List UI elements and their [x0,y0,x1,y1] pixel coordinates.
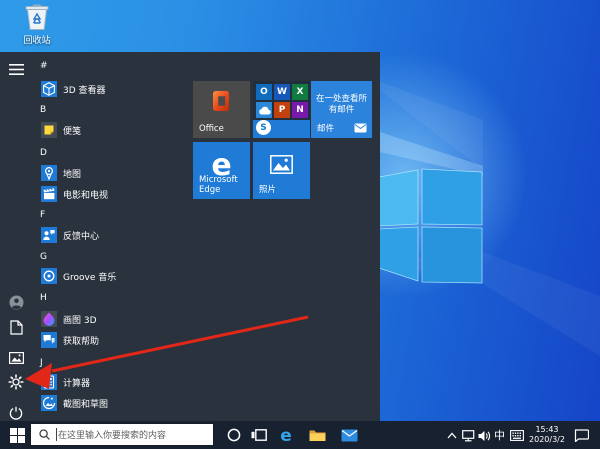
app-section-header-3[interactable]: F [40,209,45,221]
app-item[interactable]: 反馈中心 [41,227,99,243]
app-item[interactable]: 计算器 [41,374,90,390]
envelope-icon [354,123,367,133]
ime-indicator[interactable]: 中 [492,427,507,443]
app-item-label: Groove 音乐 [63,272,117,283]
app-item[interactable]: 便笺 [41,122,81,138]
app-item-label: 电影和电视 [63,190,109,201]
app-item-label: 3D 查看器 [63,85,106,96]
app-item-label: 计算器 [63,378,91,389]
feedback-icon [41,227,57,243]
touch-keyboard-button[interactable] [509,429,525,442]
tile-microsoft-edge[interactable]: e Microsoft Edge [193,142,250,199]
recycle-bin[interactable]: 回收站 [14,2,60,46]
rail-user-button[interactable] [7,293,25,311]
map-pin-icon [41,165,57,181]
app-item-label: 地图 [63,169,82,180]
chevron-up-icon [447,432,457,438]
rail-power-button[interactable] [7,404,25,422]
groove-music-icon [41,268,57,284]
mini-tile-powerpoint-icon: P [274,102,290,118]
keyboard-icon [510,430,524,441]
app-item-label: 获取帮助 [63,336,100,347]
mini-tile-onenote-icon: N [292,102,308,118]
app-section-header-2[interactable]: D [40,147,47,159]
paint-3d-icon [41,311,57,327]
office-logo-icon [213,91,229,111]
start-menu: #3D 查看器 B 便笺 D 地图电影和电视 F 反馈中心 G Groove 音乐 H 画图 3D 获… [0,52,380,421]
app-section-header-0[interactable]: # [40,60,48,72]
text-cursor [56,428,57,441]
app-section-header-6[interactable]: J [40,357,43,369]
recycle-bin-label: 回收站 [23,36,51,46]
rail-pictures-button[interactable] [7,349,25,367]
app-item[interactable]: 3D 查看器 [41,81,106,97]
volume-status[interactable] [477,429,492,442]
action-center-icon [574,429,589,442]
app-item[interactable]: 地图 [41,165,81,181]
app-item[interactable]: 电影和电视 [41,186,108,202]
app-item[interactable]: 截图和草图 [41,395,108,411]
snip-sketch-icon [41,395,57,411]
start-button[interactable] [8,426,27,445]
tray-expand-button[interactable] [445,430,459,440]
recycle-bin-icon [24,2,50,32]
app-item-label: 截图和草图 [63,399,109,410]
clock-time: 15:43 [535,425,559,434]
app-item-label: 画图 3D [63,315,97,326]
mail-tile-label: 邮件 [317,124,335,134]
task-view-button[interactable] [250,427,267,443]
tile-edge-label: Microsoft Edge [199,175,238,195]
tile-office-apps-folder[interactable]: OWXPN S [253,81,310,138]
action-center-button[interactable] [572,428,590,443]
sticky-note-icon [41,122,57,138]
clock-date: 2020/3/2 [529,435,565,444]
rail-documents-button[interactable] [7,318,25,336]
mini-tile-outlook-icon: O [256,84,272,100]
network-icon [462,429,475,441]
mini-tile-word-icon: W [274,84,290,100]
windows-logo-icon [10,428,25,443]
edge-taskbar-button[interactable]: e [276,426,296,445]
mail-taskbar-button[interactable] [340,428,358,442]
rail-menu-button[interactable] [7,60,25,78]
search-placeholder: 在这里输入你要搜索的内容 [58,431,167,441]
rail-settings-button[interactable] [7,373,25,391]
tile-photos-label: 照片 [259,185,277,195]
app-item[interactable]: 画图 3D [41,311,97,327]
mini-tile-excel-icon: X [292,84,308,100]
mini-tile-onedrive-icon [256,102,272,118]
tile-mail[interactable]: 在一处查看所有邮件 邮件 [311,81,372,138]
mini-tile-skype-icon: S [256,120,271,135]
tile-office-label: Office [199,124,224,134]
search-icon [39,429,50,440]
app-section-header-4[interactable]: G [40,251,47,263]
movies-tv-icon [41,186,57,202]
tile-office[interactable]: Office [193,81,250,138]
taskbar-search-input[interactable]: 在这里输入你要搜索的内容 [30,423,214,446]
file-explorer-button[interactable] [308,427,326,443]
mail-tile-headline: 在一处查看所有邮件 [315,94,367,115]
desktop: 回收站 #3D 查看器 B 便笺 D 地图电影和电视 F 反馈中心 G Groove 音乐 H 画图… [0,0,600,449]
taskbar-clock[interactable]: 15:43 2020/3/2 [524,421,570,449]
app-item-label: 便笺 [63,126,82,137]
cortana-button[interactable] [226,427,242,443]
cortana-icon [227,428,241,442]
app-item-label: 反馈中心 [63,231,100,242]
speaker-icon [478,430,491,441]
mail-envelope-icon [341,429,357,441]
get-help-icon [41,332,57,348]
tile-photos[interactable]: 照片 [253,142,310,199]
folder-icon [309,430,325,441]
edge-icon: e [280,425,292,446]
app-section-header-1[interactable]: B [40,104,46,116]
app-item[interactable]: 获取帮助 [41,332,99,348]
cube-3d-icon [41,81,57,97]
app-section-header-5[interactable]: H [40,292,47,304]
network-status[interactable] [461,429,477,442]
taskbar: 在这里输入你要搜索的内容 e 中 15:43 2020/3/2 [0,421,600,449]
calculator-icon [41,374,57,390]
task-view-icon [251,429,267,441]
photos-icon [270,155,293,174]
app-item[interactable]: Groove 音乐 [41,268,116,284]
